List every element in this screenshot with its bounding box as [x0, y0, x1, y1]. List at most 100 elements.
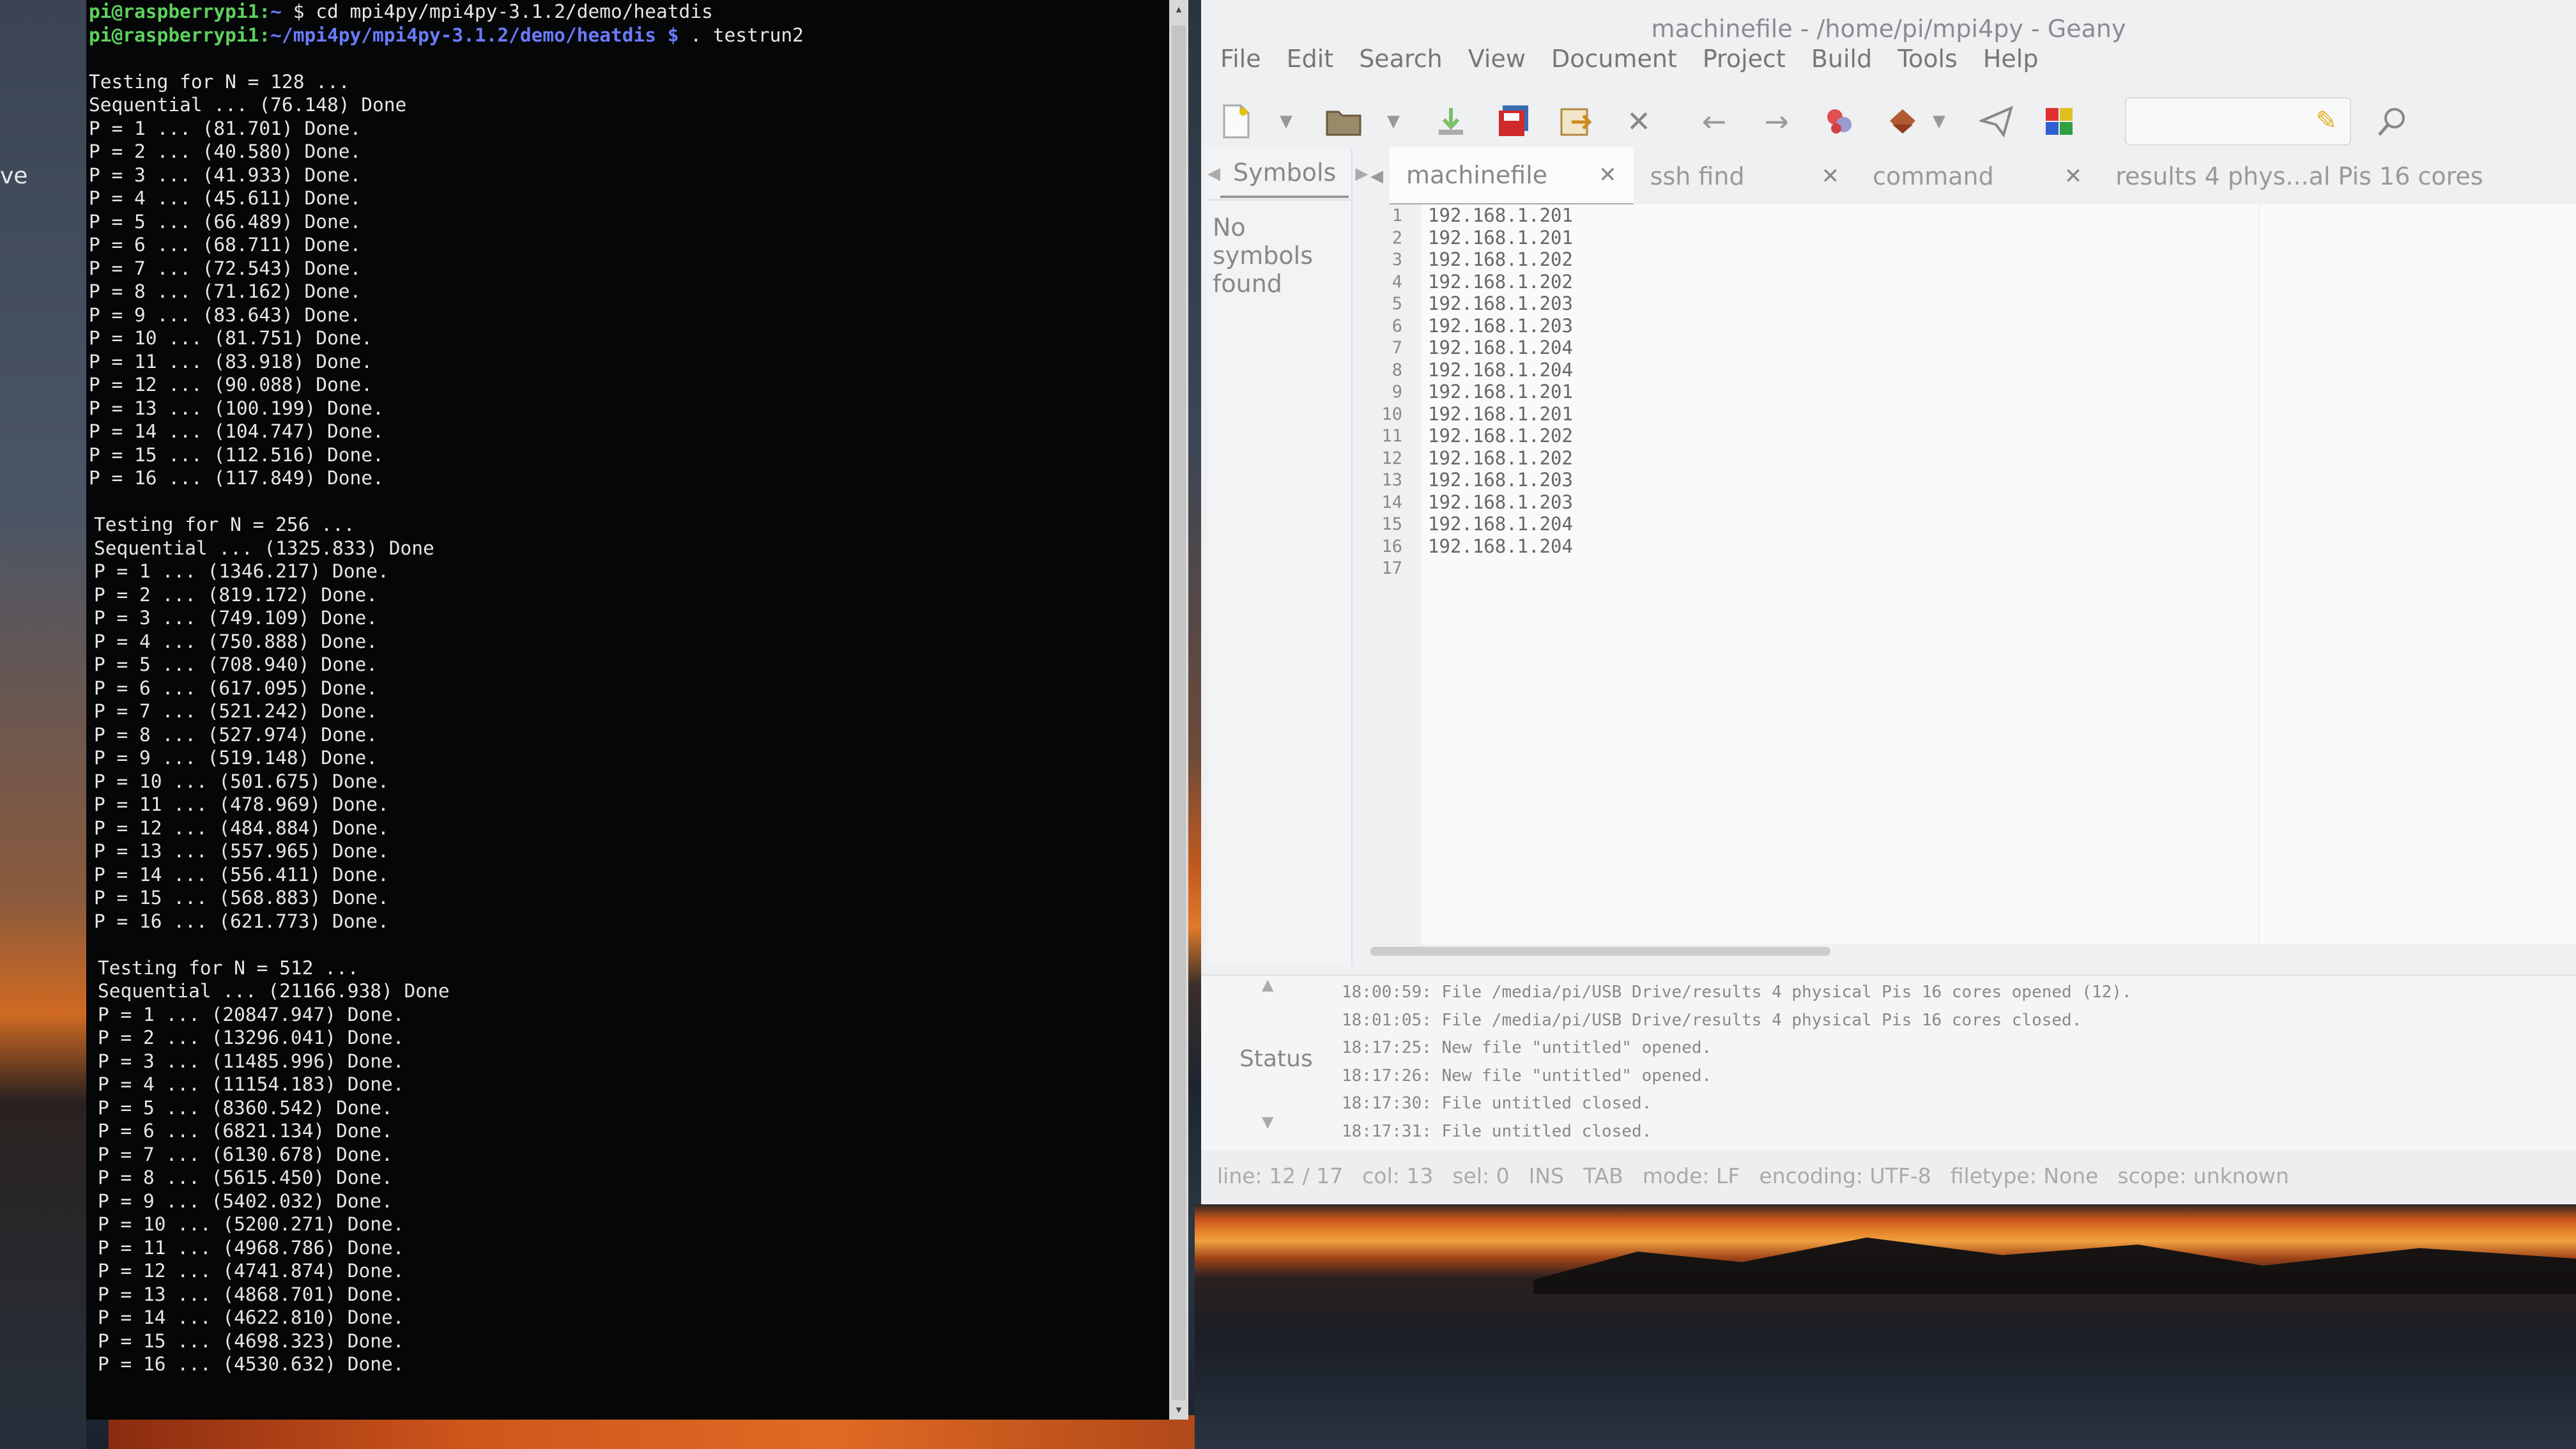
no-symbols-text: No symbols found: [1213, 213, 1314, 298]
scroll-down-icon[interactable]: ▾: [1169, 1400, 1188, 1420]
line-number-gutter: 1 2 3 4 5 6 7 8 9 10 11 12 13 14 15 16 17: [1364, 204, 1422, 958]
tab-symbols[interactable]: Symbols: [1220, 150, 1349, 198]
menu-file[interactable]: File: [1220, 40, 1261, 78]
terminal-line: P = 1 ... (81.701) Done.: [89, 117, 362, 139]
terminal-line: P = 4 ... (750.888) Done.: [94, 630, 378, 652]
terminal-line: P = 7 ... (521.242) Done.: [94, 700, 378, 722]
tab-command[interactable]: command ✕: [1856, 148, 2099, 204]
terminal-scrollbar[interactable]: ▴ ▾: [1169, 0, 1188, 1420]
terminal-line: P = 11 ... (83.918) Done.: [89, 350, 373, 372]
geany-window[interactable]: machinefile - /home/pi/mpi4py - Geany Fi…: [1201, 0, 2576, 1204]
prompt-command: . testrun2: [678, 24, 804, 46]
chevron-down-icon[interactable]: ▼: [1384, 99, 1403, 144]
horizontal-scrollbar[interactable]: [1364, 944, 2576, 958]
terminal-line: P = 3 ... (41.933) Done.: [89, 164, 362, 186]
line-number: 1: [1392, 206, 1402, 226]
terminal-line: P = 12 ... (484.884) Done.: [94, 816, 389, 839]
tab-ssh-find[interactable]: ssh find ✕: [1634, 148, 1856, 204]
menu-project[interactable]: Project: [1703, 40, 1786, 78]
status-field: scope: unknown: [2117, 1163, 2289, 1188]
chevron-left-icon[interactable]: ◀: [1364, 167, 1390, 186]
menu-tools[interactable]: Tools: [1897, 40, 1958, 78]
code-line: 192.168.1.204: [1428, 535, 1573, 557]
terminal-line: P = 16 ... (4530.632) Done.: [98, 1353, 404, 1375]
terminal-line: P = 16 ... (621.773) Done.: [94, 910, 389, 932]
close-tab-icon[interactable]: ✕: [1821, 164, 1840, 189]
tab-results[interactable]: results 4 phys...al Pis 16 cores: [2099, 148, 2499, 204]
document-tabs: ◀ machinefile ✕ ssh find ✕ command ✕ res…: [1364, 147, 2576, 206]
status-field: line: 12 / 17: [1217, 1163, 1344, 1188]
code-line: 192.168.1.204: [1428, 513, 1573, 535]
color-chooser-icon[interactable]: [2037, 99, 2082, 144]
chevron-down-icon[interactable]: ▼: [1262, 1113, 1273, 1131]
code-editor[interactable]: 1 2 3 4 5 6 7 8 9 10 11 12 13 14 15 16 17 192.168.1.201 1…: [1364, 204, 2576, 958]
chevron-left-icon[interactable]: ◀: [1208, 164, 1220, 183]
status-field: TAB: [1583, 1163, 1623, 1188]
terminal-line: P = 3 ... (749.109) Done.: [94, 607, 378, 629]
chevron-down-icon[interactable]: ▼: [1929, 99, 1949, 144]
close-tab-icon[interactable]: ✕: [2064, 164, 2083, 189]
line-number: 6: [1392, 316, 1402, 336]
scrollbar-thumb[interactable]: [1370, 947, 1830, 956]
back-arrow-icon[interactable]: ←: [1692, 99, 1736, 144]
tab-status[interactable]: Status: [1239, 1046, 1313, 1072]
sidebar: ◀ Symbols ▶ No symbols found: [1208, 148, 1368, 966]
scroll-up-icon[interactable]: ▴: [1169, 0, 1188, 19]
terminal-line: pi@raspberrypi1:~/mpi4py/mpi4py-3.1.2/de…: [89, 24, 804, 47]
save-all-icon[interactable]: [1491, 99, 1536, 144]
code-line: 192.168.1.201: [1428, 402, 1573, 425]
search-input[interactable]: ✎: [2125, 97, 2351, 146]
menu-build[interactable]: Build: [1811, 40, 1872, 78]
status-messages: 18:00:59: File /media/pi/USB Drive/resul…: [1342, 979, 2132, 1146]
line-number: 9: [1392, 382, 1402, 402]
terminal-line: P = 1 ... (1346.217) Done.: [94, 560, 389, 582]
build-icon[interactable]: [1880, 99, 1924, 144]
desktop-icon-label[interactable]: ve: [0, 163, 27, 189]
terminal-line: Testing for N = 128 ...: [89, 70, 350, 93]
tab-machinefile[interactable]: machinefile ✕: [1390, 147, 1634, 206]
code-line: 192.168.1.201: [1428, 204, 1573, 226]
terminal-window[interactable]: pi@raspberrypi1:~ $ cd mpi4py/mpi4py-3.1…: [86, 0, 1188, 1420]
close-tab-icon[interactable]: ✕: [1598, 162, 1617, 188]
line-number: 10: [1381, 404, 1402, 424]
menu-help[interactable]: Help: [1983, 40, 2039, 78]
terminal-line: Testing for N = 512 ...: [98, 956, 359, 979]
status-field: filetype: None: [1950, 1163, 2099, 1188]
send-run-icon[interactable]: [1974, 99, 2019, 144]
chevron-up-icon[interactable]: ▲: [1262, 976, 1273, 993]
revert-icon[interactable]: [1554, 99, 1598, 144]
menu-edit[interactable]: Edit: [1287, 40, 1334, 78]
terminal-line: P = 7 ... (6130.678) Done.: [98, 1143, 393, 1165]
chevron-down-icon[interactable]: ▼: [1276, 99, 1296, 144]
prompt-user: pi@raspberrypi1:: [89, 24, 271, 46]
terminal-line: P = 10 ... (501.675) Done.: [94, 770, 389, 792]
toolbar: ▼ ▼ ✕ ← → ▼ ✎: [1214, 89, 2568, 153]
code-line: 192.168.1.203: [1428, 491, 1573, 513]
search-icon[interactable]: [2370, 99, 2415, 144]
terminal-line: pi@raspberrypi1:~ $ cd mpi4py/mpi4py-3.1…: [89, 0, 804, 24]
status-field: INS: [1528, 1163, 1565, 1188]
scrollbar-thumb[interactable]: [1172, 26, 1186, 1400]
terminal-line: P = 8 ... (71.162) Done.: [89, 280, 362, 302]
terminal-line: P = 14 ... (556.411) Done.: [94, 863, 389, 885]
status-message: 18:17:26: New file "untitled" opened.: [1342, 1066, 1712, 1085]
compile-icon[interactable]: [1817, 99, 1862, 144]
menu-view[interactable]: View: [1468, 40, 1526, 78]
menu-bar: File Edit Search View Document Project B…: [1220, 40, 2038, 78]
menu-search[interactable]: Search: [1359, 40, 1443, 78]
line-number: 11: [1381, 426, 1402, 446]
long-line-marker: [2258, 204, 2260, 958]
message-window: ▲ Status ▼ 18:00:59: File /media/pi/USB …: [1201, 974, 2576, 1151]
menu-document[interactable]: Document: [1551, 40, 1677, 78]
forward-arrow-icon[interactable]: →: [1754, 99, 1799, 144]
save-icon[interactable]: [1429, 99, 1473, 144]
terminal-line: P = 9 ... (519.148) Done.: [94, 747, 378, 769]
message-tabs: ▲ Status ▼: [1201, 976, 1329, 1151]
close-icon[interactable]: ✕: [1616, 99, 1661, 144]
open-folder-icon[interactable]: [1321, 99, 1366, 144]
status-field: col: 13: [1362, 1163, 1434, 1188]
clear-broom-icon[interactable]: ✎: [2315, 106, 2337, 135]
new-file-icon[interactable]: [1214, 99, 1259, 144]
